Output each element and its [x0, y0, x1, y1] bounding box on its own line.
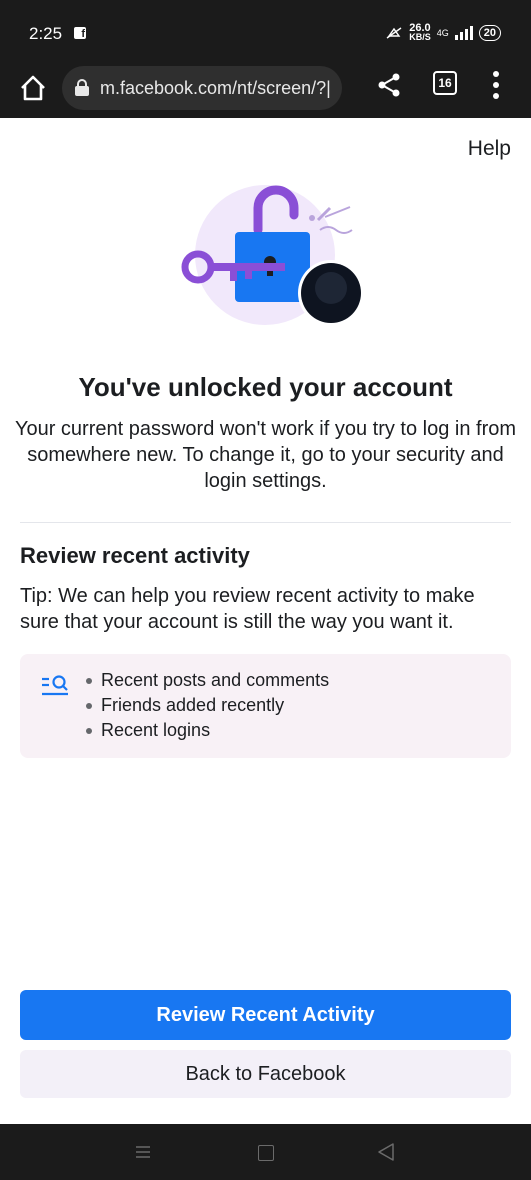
more-menu-icon[interactable] [492, 70, 500, 100]
signal-icon [454, 26, 473, 40]
tabs-count-button[interactable]: 16 [433, 71, 457, 95]
page-description: Your current password won't work if you … [14, 418, 517, 492]
activity-card: Recent posts and comments Friends added … [20, 654, 511, 758]
battery-icon: 20 [478, 25, 501, 41]
list-item: Recent posts and comments [82, 668, 329, 693]
back-to-facebook-button[interactable]: Back to Facebook [20, 1050, 511, 1098]
recents-icon[interactable] [135, 1144, 151, 1160]
tip-text: Tip: We can help you review recent activ… [20, 585, 475, 633]
review-recent-activity-button[interactable]: Review Recent Activity [20, 990, 511, 1040]
list-item: Recent logins [82, 718, 329, 743]
help-link[interactable]: Help [468, 137, 511, 161]
section-title: Review recent activity [20, 543, 250, 568]
network-speed: 26.0 KB/S [409, 22, 431, 42]
mute-icon [386, 27, 402, 39]
url-text: m.facebook.com/nt/screen/?| [100, 77, 331, 98]
status-bar: 2:25 f 26.0 KB/S 4G 20 [0, 0, 531, 62]
share-icon[interactable] [377, 72, 401, 98]
system-nav-bar [0, 1124, 531, 1180]
status-indicators: 26.0 KB/S 4G 20 [385, 22, 501, 42]
home-nav-icon[interactable] [258, 1145, 274, 1161]
status-time: 2:25 [29, 24, 63, 43]
list-item: Friends added recently [82, 693, 329, 718]
address-bar[interactable]: m.facebook.com/nt/screen/?| [62, 66, 342, 110]
facebook-notification-icon: f [74, 27, 86, 40]
lock-icon [75, 79, 89, 96]
network-type: 4G [436, 27, 449, 38]
browser-toolbar: m.facebook.com/nt/screen/?| 16 [0, 62, 531, 118]
activity-list: Recent posts and comments Friends added … [82, 668, 329, 743]
search-list-icon [42, 675, 68, 696]
home-icon[interactable] [18, 73, 48, 103]
unlocked-padlock-illustration [181, 185, 364, 326]
page-title: You've unlocked your account [78, 372, 453, 402]
divider [20, 522, 511, 523]
back-icon[interactable] [377, 1142, 395, 1162]
